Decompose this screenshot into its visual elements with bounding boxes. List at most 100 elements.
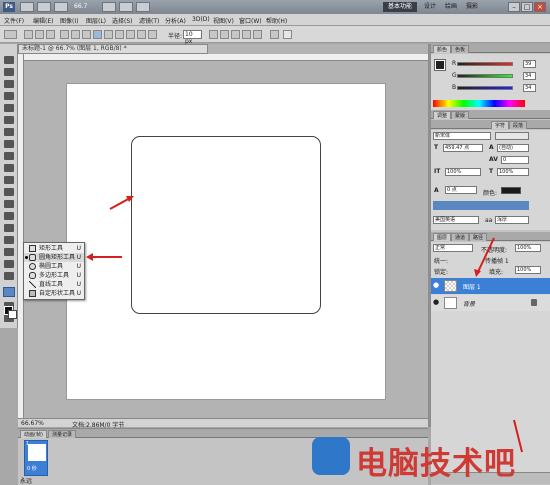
add-to-shape-button[interactable] <box>220 30 229 39</box>
tab-measurement-log[interactable]: 测量记录 <box>48 430 77 438</box>
bridge-button[interactable] <box>20 2 34 12</box>
history-brush-tool-icon[interactable] <box>4 164 14 172</box>
color-spectrum[interactable] <box>433 100 525 107</box>
path-selection-tool-icon[interactable] <box>4 248 14 256</box>
flyout-item-line[interactable]: 直线工具 U <box>24 280 84 289</box>
menu-select[interactable]: 选择(S) <box>112 16 133 25</box>
red-value[interactable]: 39 <box>523 60 536 68</box>
line-shape-button[interactable] <box>126 30 135 39</box>
eyedropper-tool-icon[interactable] <box>4 116 14 124</box>
clone-stamp-tool-icon[interactable] <box>4 152 14 160</box>
3d-orbit-tool-icon[interactable] <box>4 272 14 280</box>
freeform-pen-button[interactable] <box>71 30 80 39</box>
menu-filter[interactable]: 滤镜(T) <box>139 16 159 25</box>
flyout-item-rounded-rectangle[interactable]: 圆角矩形工具 U <box>24 253 84 262</box>
eraser-tool-icon[interactable] <box>4 176 14 184</box>
tab-paragraph[interactable]: 段落 <box>509 121 528 129</box>
paths-button[interactable] <box>35 30 44 39</box>
green-value[interactable]: 34 <box>523 72 536 80</box>
intersect-shape-button[interactable] <box>242 30 251 39</box>
exclude-shape-button[interactable] <box>253 30 262 39</box>
menu-help[interactable]: 帮助(H) <box>266 16 287 25</box>
tab-paths[interactable]: 路径 <box>469 233 488 241</box>
menu-window[interactable]: 窗口(W) <box>239 16 262 25</box>
custom-shape-button[interactable] <box>137 30 146 39</box>
language-select[interactable]: 美国英语 <box>433 216 479 224</box>
workspace-painting[interactable]: 绘画 <box>445 2 457 12</box>
close-icon[interactable]: × <box>534 2 546 12</box>
tab-character[interactable]: 字符 <box>491 121 510 129</box>
font-family-select[interactable]: 新宋体 <box>433 132 491 140</box>
ellipse-shape-button[interactable] <box>104 30 113 39</box>
view-extras-button[interactable] <box>54 2 68 12</box>
background-color-swatch[interactable] <box>8 310 17 319</box>
pen-tool-button[interactable] <box>60 30 69 39</box>
leading-input[interactable]: (自动) <box>497 144 529 152</box>
blue-value[interactable]: 34 <box>523 84 536 92</box>
mini-bridge-button[interactable] <box>37 2 51 12</box>
menu-edit[interactable]: 编辑(E) <box>33 16 53 25</box>
marquee-tool-icon[interactable] <box>4 68 14 76</box>
rotate-view-button[interactable] <box>136 2 150 12</box>
rectangle-shape-button[interactable] <box>82 30 91 39</box>
gradient-tool-icon[interactable] <box>4 188 14 196</box>
3d-rotate-tool-icon[interactable] <box>4 260 14 268</box>
polygon-shape-button[interactable] <box>115 30 124 39</box>
layer-row-layer-1[interactable]: ● 图层 1 <box>431 278 550 294</box>
antialias-select[interactable]: 浑厚 <box>495 216 529 224</box>
tab-adjustments[interactable]: 调整 <box>433 111 452 119</box>
magic-wand-tool-icon[interactable] <box>4 92 14 100</box>
opacity-input[interactable]: 100% <box>515 244 541 252</box>
hand-tool-button[interactable] <box>102 2 116 12</box>
fill-input[interactable]: 100% <box>515 266 541 274</box>
flyout-item-rectangle[interactable]: 矩形工具 U <box>24 244 84 253</box>
minimize-icon[interactable]: – <box>508 2 520 12</box>
workspace-photography[interactable]: 摄影 <box>466 2 478 12</box>
workspace-essentials[interactable]: 基本功能 <box>383 2 417 12</box>
new-shape-layer-button[interactable] <box>209 30 218 39</box>
horizontal-scale-input[interactable]: 100% <box>497 168 529 176</box>
tab-color[interactable]: 颜色 <box>433 45 452 53</box>
pen-tool-icon[interactable] <box>4 224 14 232</box>
tab-animation-frames[interactable]: 动画(帧) <box>20 430 47 438</box>
menu-image[interactable]: 图像(I) <box>60 16 78 25</box>
shape-tool-icon[interactable] <box>3 287 15 297</box>
brush-tool-icon[interactable] <box>4 140 14 148</box>
menu-view[interactable]: 视图(V) <box>213 16 234 25</box>
loop-options-select[interactable]: 永远 <box>20 476 32 485</box>
maximize-icon[interactable]: □ <box>521 2 533 12</box>
shape-layers-button[interactable] <box>24 30 33 39</box>
tool-preset-picker[interactable] <box>4 30 17 39</box>
flyout-item-custom-shape[interactable]: 自定形状工具 U <box>24 289 84 298</box>
radius-input[interactable]: 10 px <box>183 30 202 45</box>
red-slider[interactable] <box>457 62 513 66</box>
workspace-design[interactable]: 设计 <box>424 2 436 12</box>
tab-swatches[interactable]: 色板 <box>451 45 470 53</box>
subtract-shape-button[interactable] <box>231 30 240 39</box>
menu-analysis[interactable]: 分析(A) <box>165 16 186 25</box>
zoom-readout[interactable]: 66.67% <box>21 420 44 427</box>
propagate-frame-checkbox[interactable]: 传播帧 1 <box>485 256 509 265</box>
menu-file[interactable]: 文件(F) <box>4 16 24 25</box>
style-picker[interactable] <box>270 30 279 39</box>
blue-slider[interactable] <box>457 86 513 90</box>
layer-row-background[interactable]: ● 背景 <box>431 295 550 311</box>
blur-tool-icon[interactable] <box>4 200 14 208</box>
zoom-tool-button[interactable] <box>119 2 133 12</box>
font-style-select[interactable] <box>495 132 529 140</box>
rounded-rectangle-path[interactable] <box>131 136 321 314</box>
type-tool-icon[interactable] <box>4 236 14 244</box>
healing-brush-tool-icon[interactable] <box>4 128 14 136</box>
document-tab[interactable]: 未标题-1 @ 66.7% (图层 1, RGB/8) * <box>18 44 208 54</box>
fill-pixels-button[interactable] <box>46 30 55 39</box>
baseline-shift-input[interactable]: 0 点 <box>445 186 477 194</box>
geometry-options-button[interactable] <box>148 30 157 39</box>
panel-foreground-swatch[interactable] <box>434 59 446 71</box>
text-style-buttons[interactable] <box>433 201 529 210</box>
move-tool-icon[interactable] <box>4 56 14 64</box>
frame-delay[interactable]: 0 秒 <box>27 465 37 472</box>
flyout-item-polygon[interactable]: 多边形工具 U <box>24 271 84 280</box>
zoom-level[interactable]: 66.7 <box>74 2 100 12</box>
blend-mode-select[interactable]: 正常 <box>433 244 473 252</box>
crop-tool-icon[interactable] <box>4 104 14 112</box>
